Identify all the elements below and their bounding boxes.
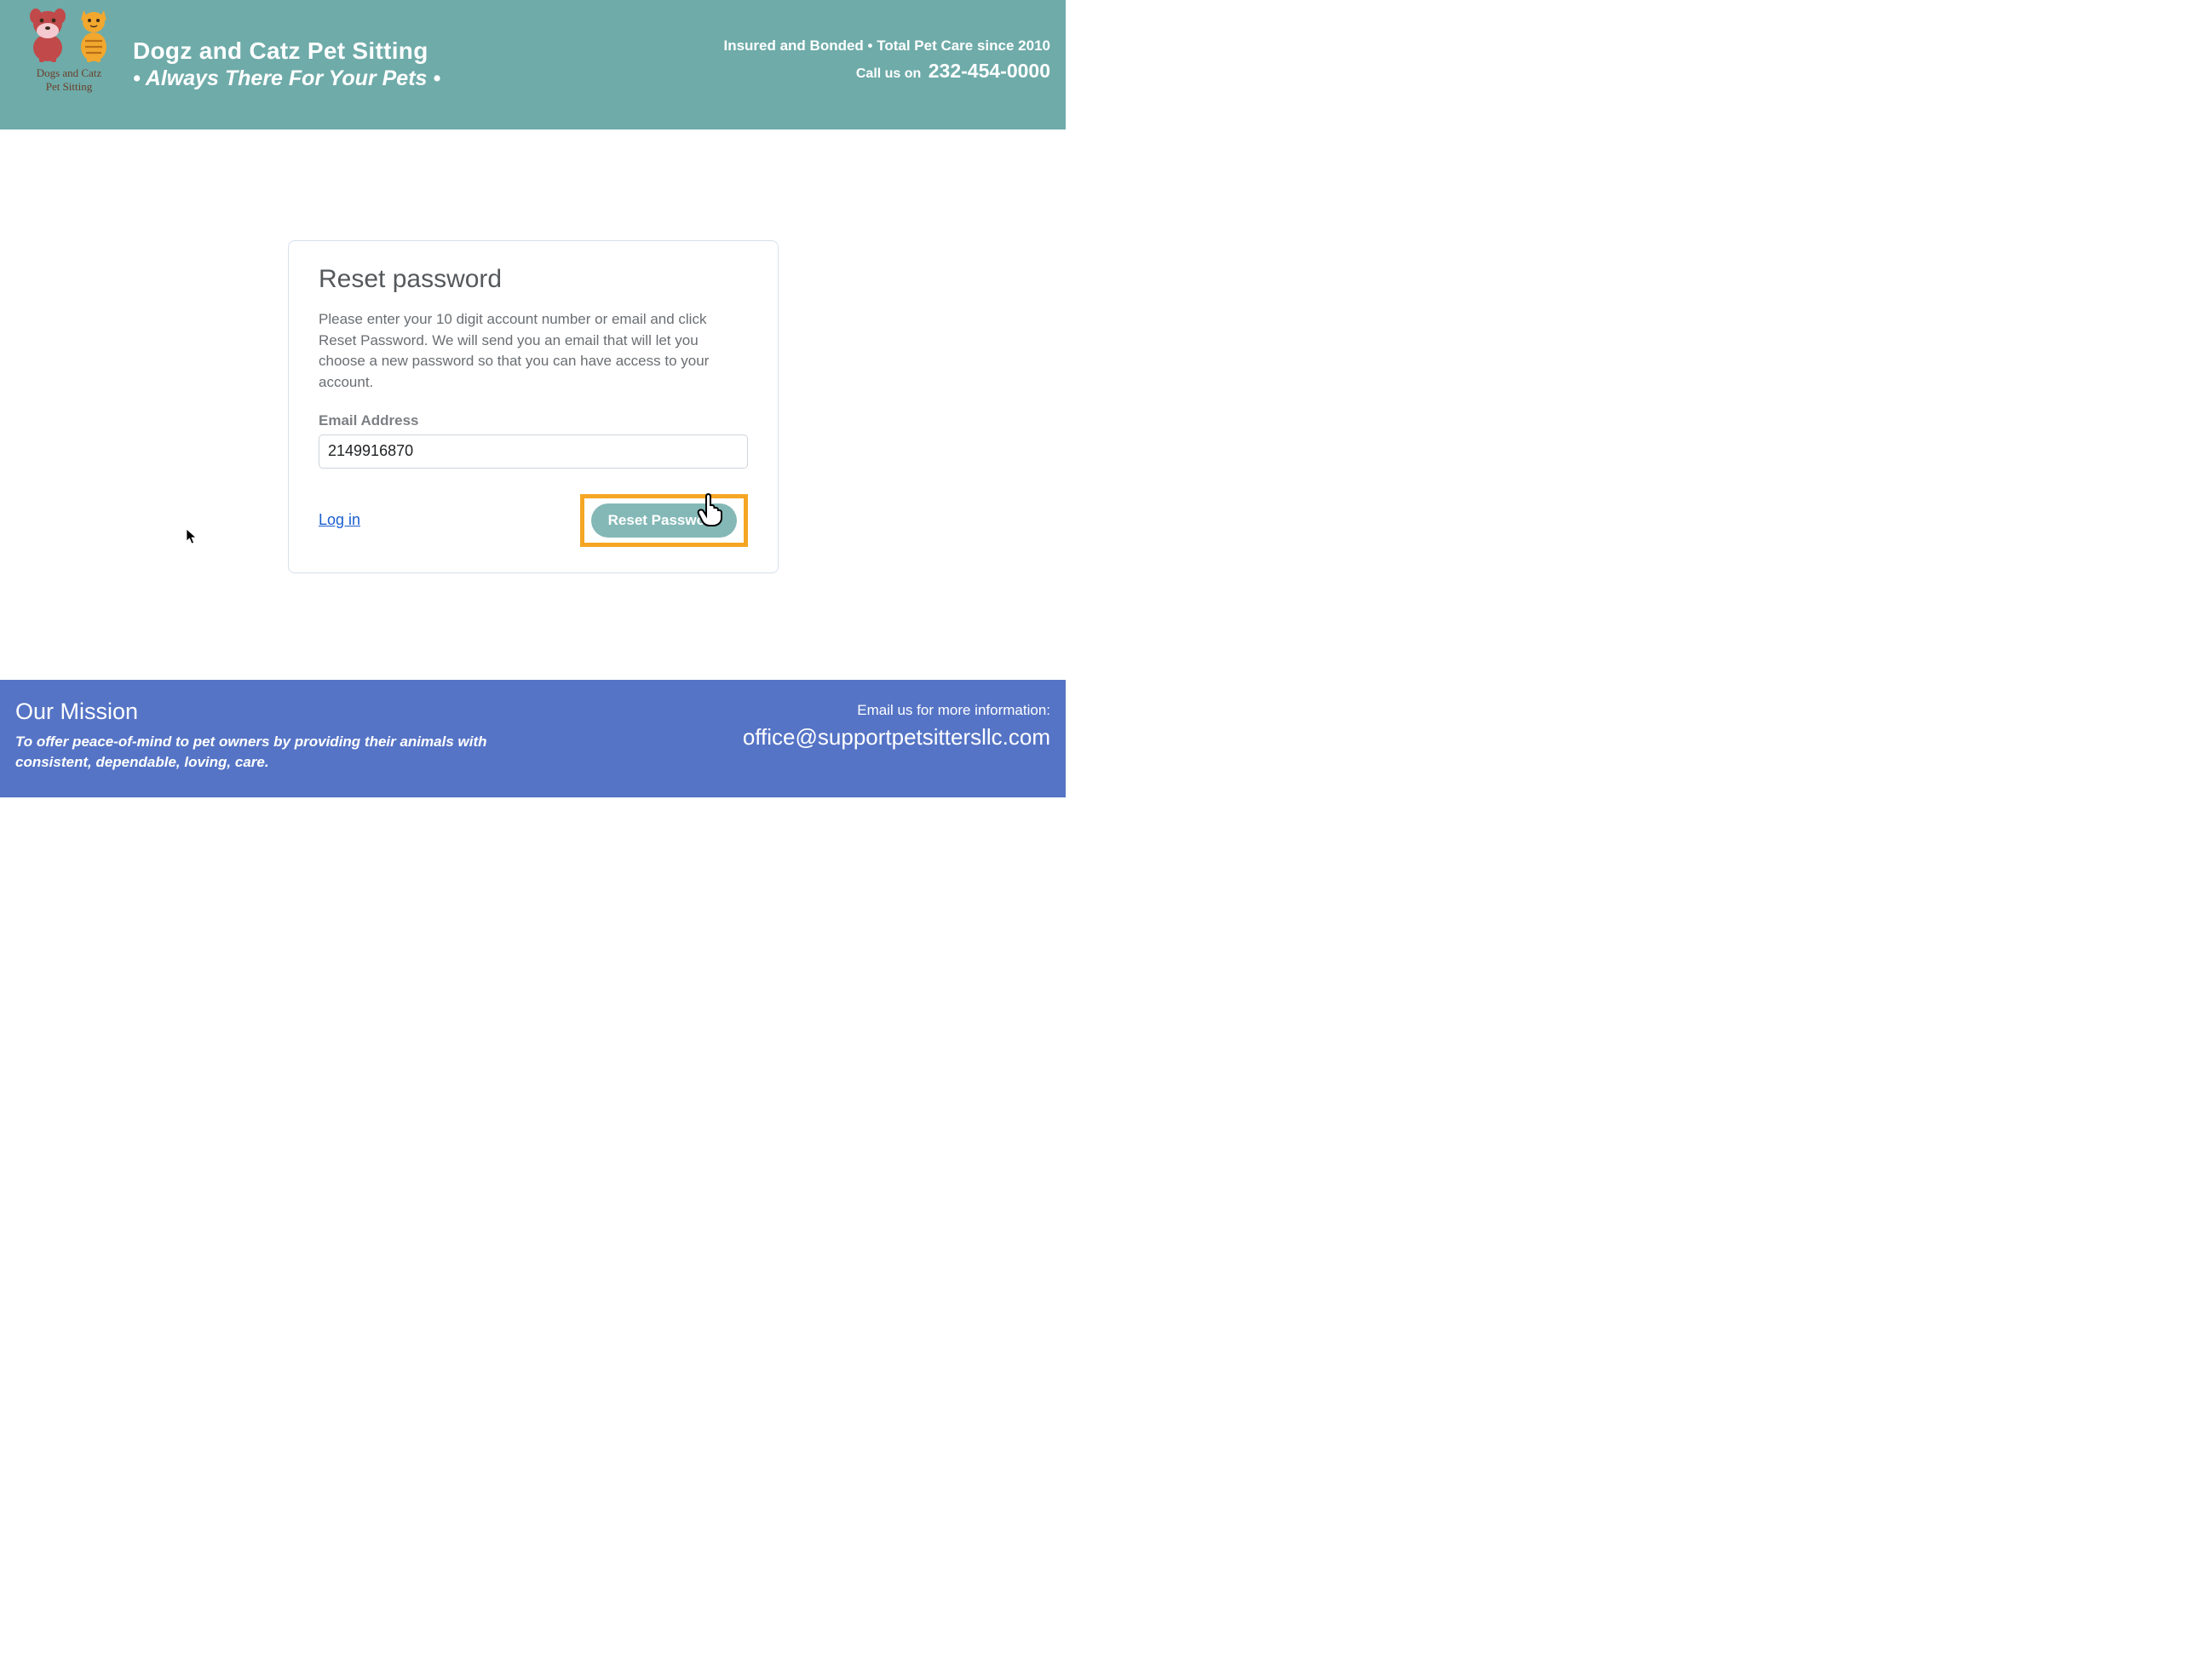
reset-password-card: Reset password Please enter your 10 digi… xyxy=(288,240,779,573)
site-title: Dogz and Catz Pet Sitting xyxy=(133,37,440,65)
footer-contact: Email us for more information: office@su… xyxy=(743,699,1050,797)
header-insured-text: Insured and Bonded • Total Pet Care sinc… xyxy=(723,37,1050,55)
logo-animals-icon xyxy=(26,9,112,63)
app-header: Dogs and Catz Pet Sitting Dogz and Catz … xyxy=(0,0,1066,129)
footer-email-label: Email us for more information: xyxy=(743,702,1050,719)
header-contact: Insured and Bonded • Total Pet Care sinc… xyxy=(723,37,1050,83)
footer-mission: Our Mission To offer peace-of-mind to pe… xyxy=(15,699,492,797)
footer-email: office@supportpetsittersllc.com xyxy=(743,724,1050,751)
header-call-line: Call us on 232-454-0000 xyxy=(723,60,1050,83)
logo-text-line-1: Dogs and Catz xyxy=(37,66,102,80)
logo-text: Dogs and Catz Pet Sitting xyxy=(37,66,102,95)
arrow-cursor-icon xyxy=(186,528,198,545)
dog-icon xyxy=(26,9,70,63)
main-content: Reset password Please enter your 10 digi… xyxy=(0,129,1066,675)
card-description: Please enter your 10 digit account numbe… xyxy=(319,309,748,394)
email-field[interactable] xyxy=(319,434,748,469)
logo-text-line-2: Pet Sitting xyxy=(37,80,102,94)
login-link[interactable]: Log in xyxy=(319,511,360,529)
email-field-label: Email Address xyxy=(319,412,748,429)
app-footer: Our Mission To offer peace-of-mind to pe… xyxy=(0,680,1066,797)
reset-password-button[interactable]: Reset Password xyxy=(591,503,737,538)
site-tagline: • Always There For Your Pets • xyxy=(133,66,440,91)
call-label: Call us on xyxy=(856,66,921,81)
site-title-block: Dogz and Catz Pet Sitting • Always There… xyxy=(133,37,440,91)
logo: Dogs and Catz Pet Sitting xyxy=(15,9,123,95)
mission-text: To offer peace-of-mind to pet owners by … xyxy=(15,732,492,773)
phone-number: 232-454-0000 xyxy=(929,60,1050,82)
card-actions: Log in Reset Password xyxy=(319,494,748,547)
cat-icon xyxy=(75,9,112,63)
mission-title: Our Mission xyxy=(15,699,492,725)
reset-button-highlight: Reset Password xyxy=(580,494,748,547)
card-title: Reset password xyxy=(319,265,748,294)
